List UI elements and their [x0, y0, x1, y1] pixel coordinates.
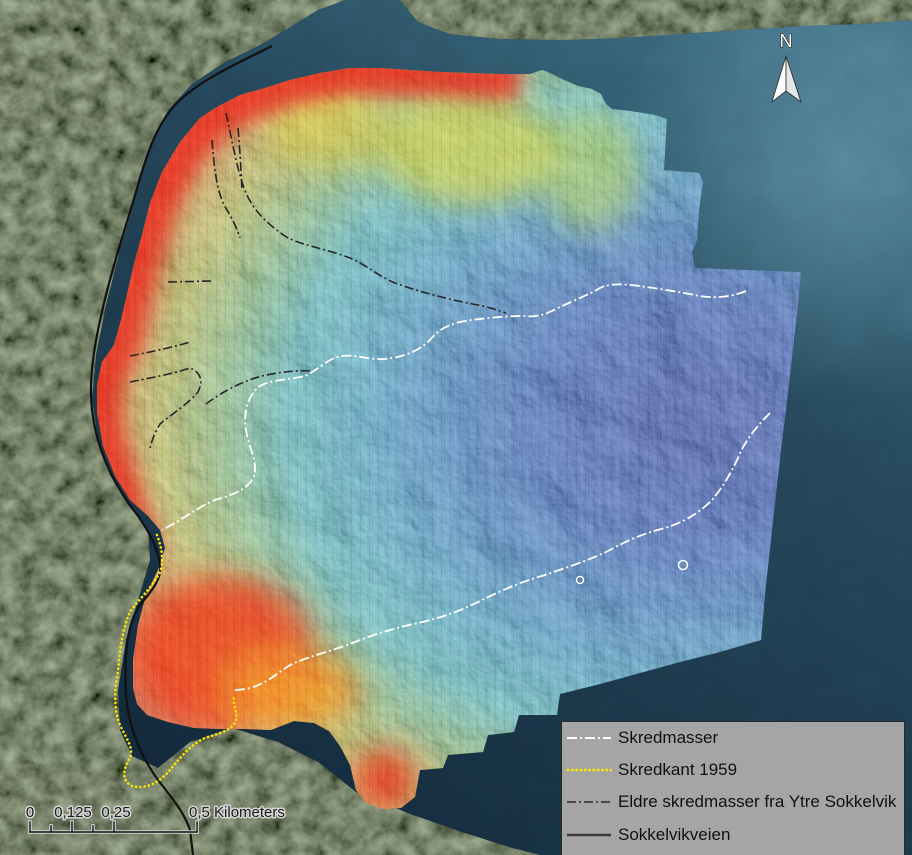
map-legend: Skredmasser Skredkant 1959 Eldre skredma…: [561, 721, 905, 855]
north-label: N: [780, 31, 793, 51]
legend-label-sokkelvikveien: Sokkelvikveien: [618, 825, 731, 844]
legend-symbol-skredkant-1959: [566, 768, 612, 772]
scale-label-025: 0,25: [101, 804, 130, 821]
legend-symbol-sokkelvikveien: [567, 833, 611, 837]
map-view: N 0 0,125 0,25 0,5 Kilometers Skredmasse…: [0, 0, 912, 855]
legend-item-skredmasser: Skredmasser: [562, 722, 904, 754]
legend-item-eldre-skredmasser: Eldre skredmasser fra Ytre Sokkelvik: [562, 786, 904, 818]
legend-symbol-skredmasser: [567, 737, 611, 739]
legend-label-skredkant-1959: Skredkant 1959: [618, 760, 738, 779]
scale-label-0125: 0,125: [54, 804, 92, 821]
eldre-skredmasser-line: [167, 280, 213, 283]
legend-item-sokkelvikveien: Sokkelvikveien: [562, 819, 904, 851]
scale-label-0: 0: [26, 804, 34, 821]
legend-symbol-eldre-skredmasser: [567, 801, 611, 803]
scale-label-05-km: 0,5 Kilometers: [189, 804, 285, 821]
legend-label-skredmasser: Skredmasser: [618, 728, 719, 747]
legend-label-eldre-skredmasser: Eldre skredmasser fra Ytre Sokkelvik: [618, 792, 897, 811]
legend-item-skredkant-1959: Skredkant 1959: [562, 754, 904, 786]
